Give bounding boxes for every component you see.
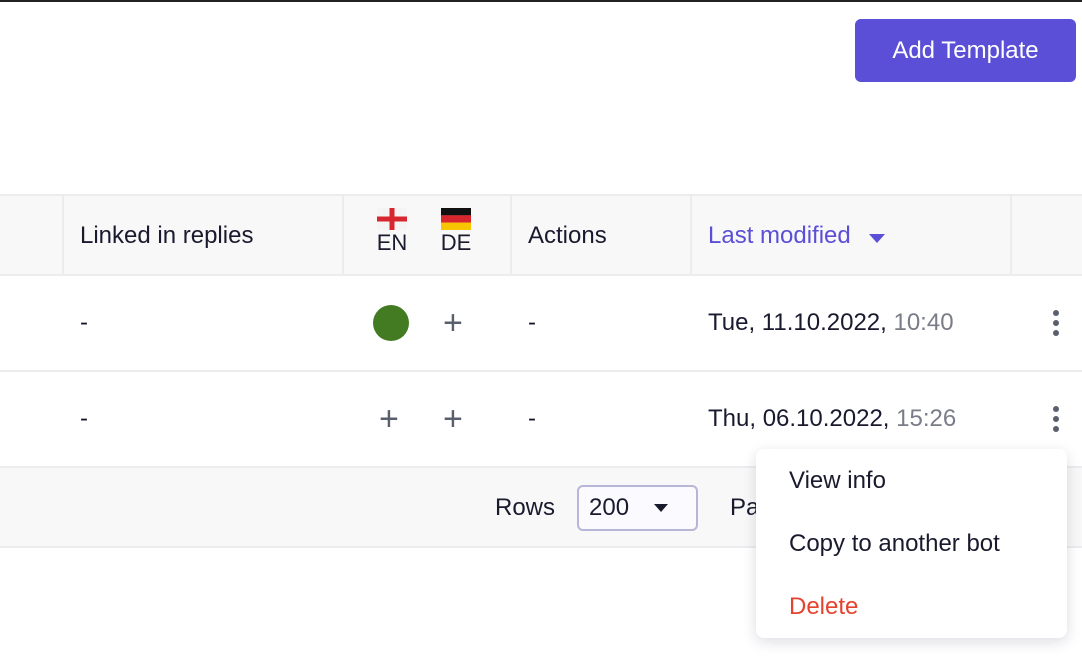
modified-cell: Tue, 11.10.2022, 10:40 — [708, 276, 954, 370]
header-label: Linked in replies — [80, 222, 254, 249]
time: 10:40 — [893, 309, 954, 336]
menu-item-delete[interactable]: Delete — [789, 593, 858, 621]
header-label: Actions — [528, 222, 607, 249]
top-border — [0, 0, 1082, 2]
translation-exists-dot — [373, 305, 409, 341]
sort-desc-icon — [868, 233, 885, 243]
more-vertical-icon[interactable] — [1050, 406, 1062, 432]
header-cell-menu — [1010, 196, 1082, 276]
page-label: Pa — [730, 494, 760, 521]
header-languages: EN DE — [342, 196, 512, 276]
caret-down-icon — [654, 504, 668, 512]
rows-label: Rows — [495, 494, 556, 521]
de-add-icon[interactable]: + — [443, 372, 463, 466]
germany-flag-icon — [441, 208, 471, 230]
lang-en: EN — [372, 208, 412, 256]
time: 15:26 — [896, 405, 957, 432]
header-label: Last modified — [708, 222, 851, 249]
rows-value: 200 — [589, 494, 630, 521]
menu-item-view-info[interactable]: View info — [789, 467, 886, 495]
date: Thu, 06.10.2022, — [708, 405, 890, 432]
row-context-menu: View info Copy to another bot Delete — [756, 449, 1067, 638]
header-linked[interactable]: Linked in replies — [62, 196, 344, 276]
header-actions: Actions — [510, 196, 692, 276]
header-cell-name — [0, 196, 64, 276]
table-row[interactable]: - + - Tue, 11.10.2022, 10:40 — [0, 276, 1082, 372]
rows-per-page-select[interactable]: 200 — [577, 485, 698, 531]
menu-item-copy-to-another-bot[interactable]: Copy to another bot — [789, 530, 1000, 558]
en-add-icon[interactable]: + — [379, 372, 399, 466]
lang-de-label: DE — [440, 230, 472, 255]
lang-en-label: EN — [376, 230, 408, 255]
linked-cell: - — [80, 405, 88, 432]
table-header: Linked in replies EN DE Actions Last mod… — [0, 194, 1082, 276]
de-add-icon[interactable]: + — [443, 276, 463, 370]
date: Tue, 11.10.2022, — [708, 309, 887, 336]
actions-cell: - — [528, 309, 536, 336]
en-status[interactable] — [373, 276, 409, 370]
header-last-modified[interactable]: Last modified — [690, 196, 1012, 276]
more-vertical-icon[interactable] — [1050, 310, 1062, 336]
lang-de: DE — [436, 208, 476, 256]
add-template-button[interactable]: Add Template — [855, 19, 1076, 82]
linked-cell: - — [80, 309, 88, 336]
actions-cell: - — [528, 405, 536, 432]
england-flag-icon — [377, 208, 407, 230]
